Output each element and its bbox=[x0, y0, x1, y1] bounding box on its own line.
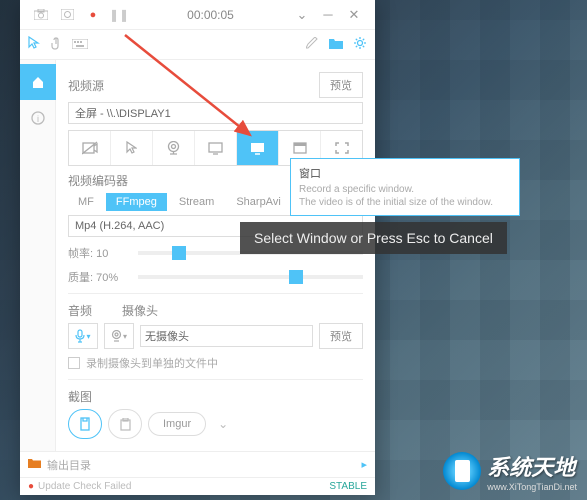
watermark: 系统天地 www.XiTongTianDi.net bbox=[443, 450, 577, 492]
tooltip-line2: The video is of the initial size of the … bbox=[299, 196, 511, 209]
fps-label: 帧率: 10 bbox=[68, 245, 128, 261]
screenshot-title: 截图 bbox=[68, 388, 92, 405]
pause-button[interactable]: ❚❚ bbox=[106, 3, 132, 27]
folder-icon[interactable] bbox=[329, 37, 343, 52]
camera-button[interactable]: ▾ bbox=[104, 323, 134, 349]
cursor-source-icon[interactable] bbox=[111, 131, 153, 165]
footer-bar: ● Update Check Failed STABLE bbox=[20, 477, 375, 495]
watermark-logo-icon bbox=[443, 452, 481, 490]
screenshot-more-icon[interactable]: ⌄ bbox=[212, 417, 234, 431]
tooltip-title: 窗口 bbox=[299, 165, 511, 181]
imgur-button[interactable]: Imgur bbox=[148, 412, 206, 436]
watermark-brand: 系统天地 bbox=[487, 455, 575, 480]
watermark-url: www.XiTongTianDi.net bbox=[487, 482, 577, 492]
video-source-title: 视频源 bbox=[68, 77, 104, 94]
encoder-tab-ffmpeg[interactable]: FFmpeg bbox=[106, 193, 167, 211]
brush-icon[interactable] bbox=[306, 37, 319, 53]
mic-button[interactable]: ▾ bbox=[68, 323, 98, 349]
main-content: 视频源 预览 bbox=[56, 60, 375, 451]
error-icon: ● bbox=[28, 481, 34, 492]
webcam-source-icon[interactable] bbox=[153, 131, 195, 165]
save-camera-label: 录制摄像头到单独的文件中 bbox=[86, 355, 218, 371]
quality-label: 质量: 70% bbox=[68, 269, 128, 285]
camera-select[interactable] bbox=[140, 325, 313, 347]
svg-text:i: i bbox=[37, 114, 39, 124]
region-source-icon[interactable] bbox=[195, 131, 237, 165]
tooltip-line1: Record a specific window. bbox=[299, 183, 511, 196]
display-input[interactable] bbox=[68, 102, 363, 124]
output-label: 输出目录 bbox=[47, 457, 91, 473]
gear-icon[interactable] bbox=[353, 36, 367, 53]
info-tab[interactable]: i bbox=[20, 100, 56, 136]
camera-icon[interactable] bbox=[28, 3, 54, 27]
tool-bar bbox=[20, 30, 375, 60]
output-folder-icon[interactable] bbox=[28, 458, 41, 471]
screenshot-clipboard-button[interactable] bbox=[108, 409, 142, 439]
keyboard-icon[interactable] bbox=[72, 37, 88, 52]
close-icon[interactable]: ✕ bbox=[341, 3, 367, 27]
cursor-icon[interactable] bbox=[28, 36, 40, 53]
update-status: Update Check Failed bbox=[38, 481, 131, 492]
preview-button[interactable]: 预览 bbox=[319, 72, 363, 98]
chevron-down-icon[interactable]: ⌄ bbox=[289, 3, 315, 27]
encoder-title: 视频编码器 bbox=[68, 172, 128, 189]
output-expand-icon[interactable]: ▸ bbox=[361, 458, 367, 471]
camera-title: 摄像头 bbox=[122, 302, 158, 319]
record-button[interactable]: ● bbox=[80, 3, 106, 27]
encoder-tab-mf[interactable]: MF bbox=[68, 193, 104, 211]
minimize-icon[interactable]: ─ bbox=[315, 3, 341, 27]
click-icon[interactable] bbox=[50, 36, 62, 53]
screenshot-icon[interactable] bbox=[54, 3, 80, 27]
audio-title: 音频 bbox=[68, 302, 92, 319]
no-video-icon[interactable] bbox=[69, 131, 111, 165]
encoder-tab-sharpavi[interactable]: SharpAvi bbox=[226, 193, 290, 211]
screenshot-save-button[interactable] bbox=[68, 409, 102, 439]
channel-label: STABLE bbox=[329, 481, 367, 492]
save-camera-checkbox[interactable] bbox=[68, 357, 80, 369]
status-bar: 输出目录 ▸ bbox=[20, 451, 375, 477]
quality-slider[interactable] bbox=[138, 275, 363, 279]
encoder-tab-stream[interactable]: Stream bbox=[169, 193, 224, 211]
side-tabs: i bbox=[20, 60, 56, 451]
titlebar: ● ❚❚ 00:00:05 ⌄ ─ ✕ bbox=[20, 0, 375, 30]
screen-source-icon[interactable] bbox=[237, 131, 279, 165]
camera-preview-button[interactable]: 预览 bbox=[319, 323, 363, 349]
window-tooltip: 窗口 Record a specific window. The video i… bbox=[290, 158, 520, 216]
home-tab[interactable] bbox=[20, 64, 56, 100]
selection-overlay: Select Window or Press Esc to Cancel bbox=[240, 222, 507, 254]
timer-display: 00:00:05 bbox=[132, 8, 289, 22]
